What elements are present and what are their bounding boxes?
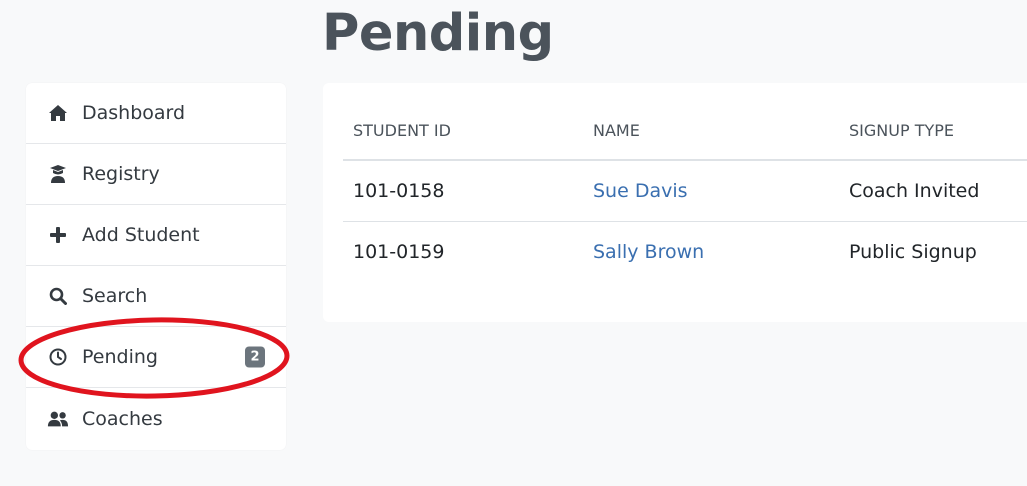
signup-type-cell: Coach Invited — [839, 160, 1027, 222]
column-header-signup-type: SIGNUP TYPE — [839, 101, 1027, 161]
home-icon — [47, 102, 69, 124]
signup-type-cell: Public Signup — [849, 241, 977, 263]
sidebar-item-dashboard[interactable]: Dashboard — [26, 83, 286, 144]
sidebar-item-registry[interactable]: Registry — [26, 144, 286, 205]
student-name-cell: Sally Brown — [583, 222, 839, 283]
table-row: 101-0158 Sue Davis Coach Invited — [343, 160, 1027, 222]
page-title: Pending — [322, 4, 554, 63]
student-id-cell: 101-0158 — [343, 160, 583, 222]
clock-icon — [47, 346, 69, 368]
search-icon — [47, 285, 69, 307]
student-name-link[interactable]: Sue Davis — [593, 180, 688, 202]
users-icon — [47, 408, 69, 430]
user-graduate-icon — [47, 163, 69, 185]
sidebar-item-label: Pending — [82, 346, 158, 368]
column-header-name: NAME — [583, 101, 839, 161]
sidebar-item-pending[interactable]: Pending 2 — [26, 327, 286, 388]
sidebar-item-label: Dashboard — [82, 102, 186, 124]
student-name-cell: Sue Davis — [583, 160, 839, 222]
sidebar-item-coaches[interactable]: Coaches — [26, 388, 286, 449]
student-name-link[interactable]: Sally Brown — [593, 241, 704, 263]
pending-count-badge: 2 — [245, 346, 265, 368]
pending-students-table: STUDENT ID NAME SIGNUP TYPE 101-0158 Sue… — [343, 101, 1027, 282]
sidebar-item-label: Add Student — [82, 224, 200, 246]
table-header-row: STUDENT ID NAME SIGNUP TYPE — [343, 101, 1027, 161]
sidebar-item-search[interactable]: Search — [26, 266, 286, 327]
student-id-cell: 101-0159 — [353, 241, 445, 263]
sidebar-item-add-student[interactable]: Add Student — [26, 205, 286, 266]
sidebar-nav: Dashboard Registry Add Student Search Pe… — [26, 83, 286, 450]
sidebar-item-label: Coaches — [82, 407, 163, 430]
table-row: 101-0159 Sally Brown Public Signup — [343, 222, 1027, 283]
plus-icon — [47, 224, 69, 246]
sidebar-item-label: Registry — [82, 163, 160, 185]
pending-students-card: STUDENT ID NAME SIGNUP TYPE 101-0158 Sue… — [323, 83, 1027, 322]
column-header-student-id: STUDENT ID — [343, 101, 583, 161]
sidebar-item-label: Search — [82, 285, 148, 307]
